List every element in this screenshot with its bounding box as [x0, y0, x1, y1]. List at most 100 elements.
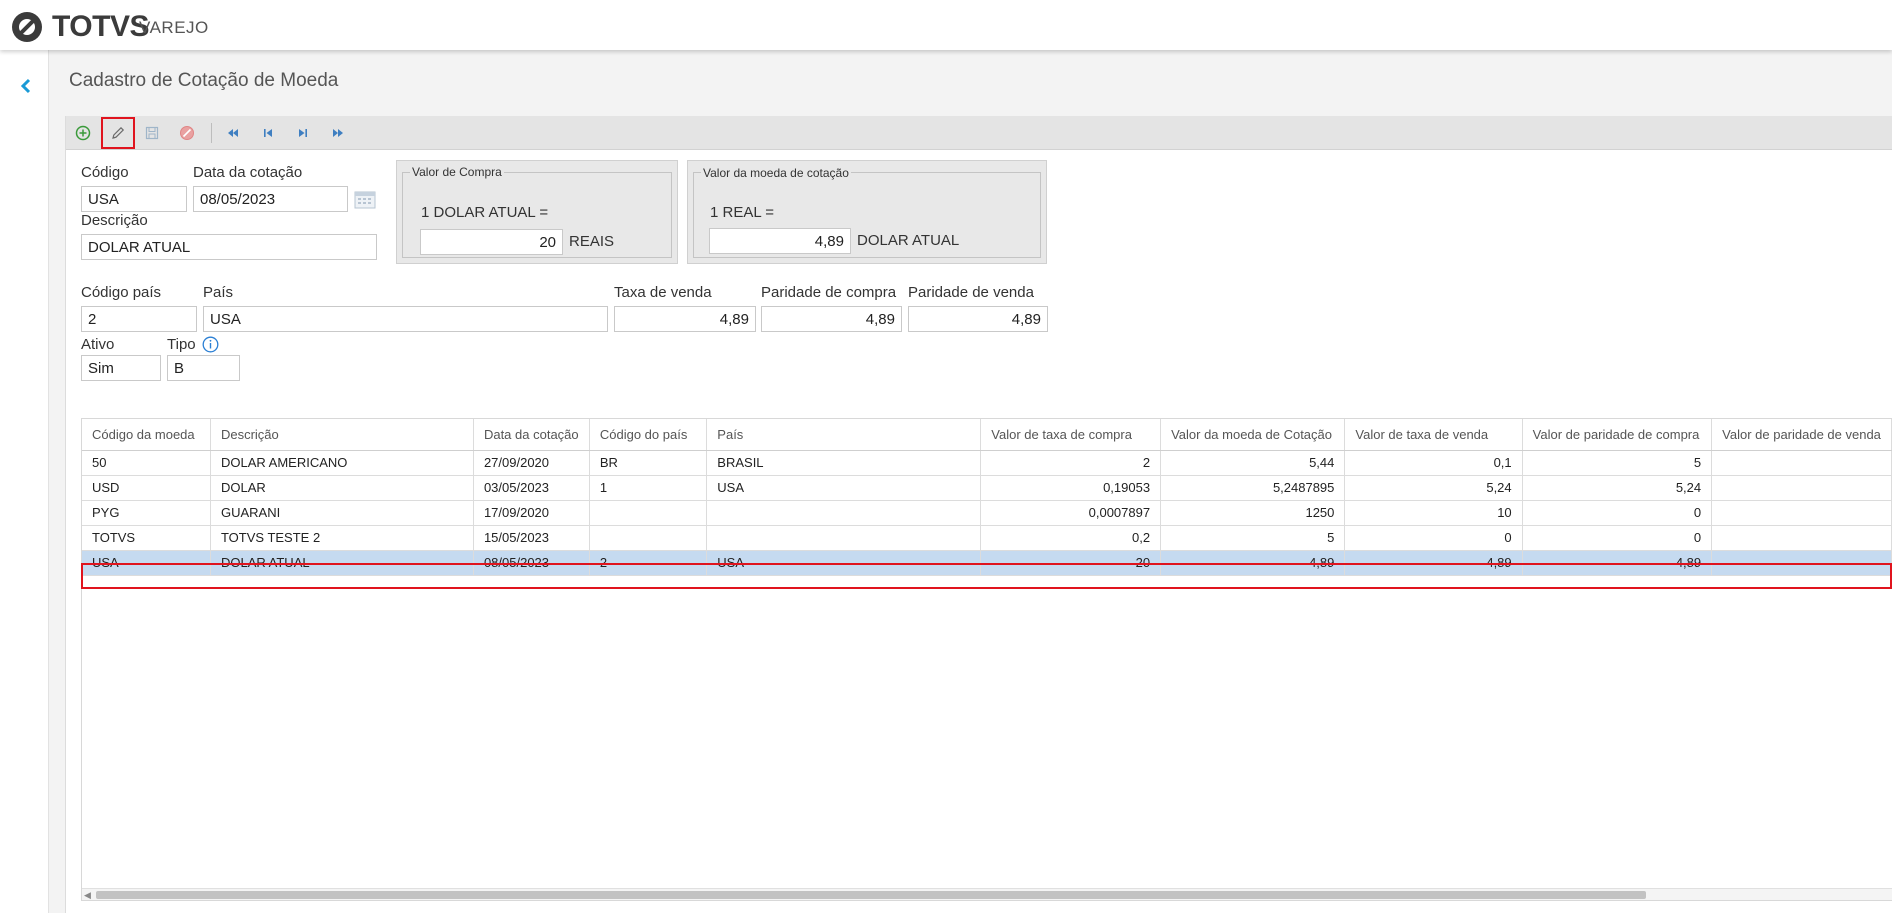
- calendar-icon[interactable]: [354, 189, 376, 209]
- valor-moeda-group: Valor da moeda de cotação 1 REAL = 4,89 …: [687, 160, 1047, 264]
- cell: [1711, 500, 1892, 526]
- next-record-icon: [299, 129, 307, 137]
- cell: 20: [980, 550, 1162, 576]
- cell: USD: [82, 475, 211, 501]
- codigo-label: Código: [81, 164, 129, 181]
- last-record-button[interactable]: [323, 119, 353, 147]
- grid-table: Código da moeda Descrição Data da cotaçã…: [82, 419, 1892, 576]
- first-record-icon: [228, 129, 238, 137]
- first-record-button[interactable]: [218, 119, 248, 147]
- col-header[interactable]: Valor de paridade de venda: [1711, 419, 1892, 451]
- cell: [706, 500, 982, 526]
- cell: DOLAR: [210, 475, 474, 501]
- col-header[interactable]: Data da cotação: [473, 419, 590, 451]
- cell: BRASIL: [706, 450, 982, 476]
- cell: 27/09/2020: [473, 450, 590, 476]
- cell: 2: [980, 450, 1162, 476]
- save-button[interactable]: [137, 119, 167, 147]
- table-row[interactable]: TOTVS TOTVS TESTE 2 15/05/2023 0,2 5 0 0: [82, 525, 1892, 551]
- col-header[interactable]: Valor de taxa de compra: [980, 419, 1162, 451]
- taxa-venda-field[interactable]: 4,89: [614, 306, 756, 332]
- paridade-venda-field[interactable]: 4,89: [908, 306, 1048, 332]
- descricao-field[interactable]: DOLAR ATUAL: [81, 234, 377, 260]
- col-header[interactable]: Valor de taxa de venda: [1344, 419, 1523, 451]
- cell: [1711, 525, 1892, 551]
- data-grid: Código da moeda Descrição Data da cotaçã…: [81, 418, 1892, 901]
- col-header[interactable]: Código da moeda: [82, 419, 211, 451]
- cancel-button[interactable]: [172, 119, 202, 147]
- cell: 08/05/2023: [473, 550, 590, 576]
- ativo-field[interactable]: Sim: [81, 355, 161, 381]
- cancel-icon: [180, 126, 194, 140]
- cell: 4,89: [1160, 550, 1346, 576]
- codigo-pais-field[interactable]: 2: [81, 306, 197, 332]
- next-record-button[interactable]: [288, 119, 318, 147]
- previous-record-icon: [264, 129, 272, 137]
- toolbar-separator: [211, 123, 212, 143]
- cell: 4,89: [1344, 550, 1523, 576]
- col-header[interactable]: Descrição: [210, 419, 474, 451]
- ativo-label: Ativo: [81, 336, 115, 353]
- scrollbar-thumb[interactable]: [96, 891, 1646, 899]
- horizontal-scrollbar[interactable]: ◀: [82, 888, 1892, 900]
- add-button[interactable]: [68, 119, 98, 147]
- edit-button[interactable]: [101, 117, 135, 149]
- col-header[interactable]: Valor da moeda de Cotação: [1160, 419, 1346, 451]
- valor-compra-unit: REAIS: [569, 233, 615, 250]
- pais-field[interactable]: USA: [203, 306, 608, 332]
- cell: [1711, 450, 1892, 476]
- cell: DOLAR ATUAL: [210, 550, 474, 576]
- form-panel: Código USA Data da cotação 08/05/2023 De…: [65, 116, 1892, 913]
- info-icon[interactable]: [202, 336, 219, 353]
- valor-compra-line: 1 DOLAR ATUAL =: [421, 204, 549, 221]
- col-header[interactable]: País: [706, 419, 982, 451]
- edit-icon: [112, 126, 125, 139]
- cell: 15/05/2023: [473, 525, 590, 551]
- left-nav: [0, 50, 49, 913]
- cell: TOTVS TESTE 2: [210, 525, 474, 551]
- scroll-left-icon[interactable]: ◀: [84, 890, 91, 900]
- paridade-compra-field[interactable]: 4,89: [761, 306, 902, 332]
- save-icon: [145, 126, 159, 140]
- add-icon: [75, 125, 91, 141]
- page-title: Cadastro de Cotação de Moeda: [69, 70, 339, 91]
- paridade-compra-label: Paridade de compra: [761, 284, 897, 301]
- col-header[interactable]: Valor de paridade de compra: [1522, 419, 1713, 451]
- cell: 0: [1522, 525, 1713, 551]
- top-bar: TOTVS VAREJO: [0, 0, 1892, 50]
- cell: [1711, 550, 1892, 576]
- cell: USA: [706, 475, 982, 501]
- valor-moeda-field[interactable]: 4,89: [709, 228, 851, 254]
- paridade-venda-label: Paridade de venda: [908, 284, 1034, 301]
- descricao-label: Descrição: [81, 212, 148, 229]
- toolbar: [66, 116, 1892, 150]
- codigo-field[interactable]: USA: [81, 186, 187, 212]
- data-cotacao-field[interactable]: 08/05/2023: [193, 186, 348, 212]
- table-row[interactable]: USD DOLAR 03/05/2023 1 USA 0,19053 5,248…: [82, 475, 1892, 501]
- cell: 2: [589, 550, 708, 576]
- cell: 5: [1522, 450, 1713, 476]
- tipo-field[interactable]: B: [167, 355, 240, 381]
- cell: [589, 525, 708, 551]
- table-row[interactable]: PYG GUARANI 17/09/2020 0,0007897 1250 10…: [82, 500, 1892, 526]
- chevron-left-icon[interactable]: [16, 72, 36, 100]
- table-row[interactable]: 50 DOLAR AMERICANO 27/09/2020 BR BRASIL …: [82, 450, 1892, 476]
- cell: 5,2487895: [1160, 475, 1346, 501]
- grid-header-row: Código da moeda Descrição Data da cotaçã…: [82, 419, 1892, 451]
- cell: 0,0007897: [980, 500, 1162, 526]
- valor-compra-group: Valor de Compra 1 DOLAR ATUAL = 20 REAIS: [396, 160, 678, 264]
- cell: 1: [589, 475, 708, 501]
- previous-record-button[interactable]: [253, 119, 283, 147]
- cell: DOLAR AMERICANO: [210, 450, 474, 476]
- totvs-logo-icon: [12, 12, 42, 42]
- col-header[interactable]: Código do país: [589, 419, 708, 451]
- cell: 5: [1160, 525, 1346, 551]
- last-record-icon: [333, 129, 343, 137]
- cell: PYG: [82, 500, 211, 526]
- valor-compra-field[interactable]: 20: [420, 229, 563, 255]
- valor-moeda-unit: DOLAR ATUAL: [857, 232, 960, 249]
- table-row-selected[interactable]: USA DOLAR ATUAL 08/05/2023 2 USA 20 4,89…: [82, 550, 1892, 576]
- cell: 10: [1344, 500, 1523, 526]
- cell: 0: [1344, 525, 1523, 551]
- cell: 4,89: [1522, 550, 1713, 576]
